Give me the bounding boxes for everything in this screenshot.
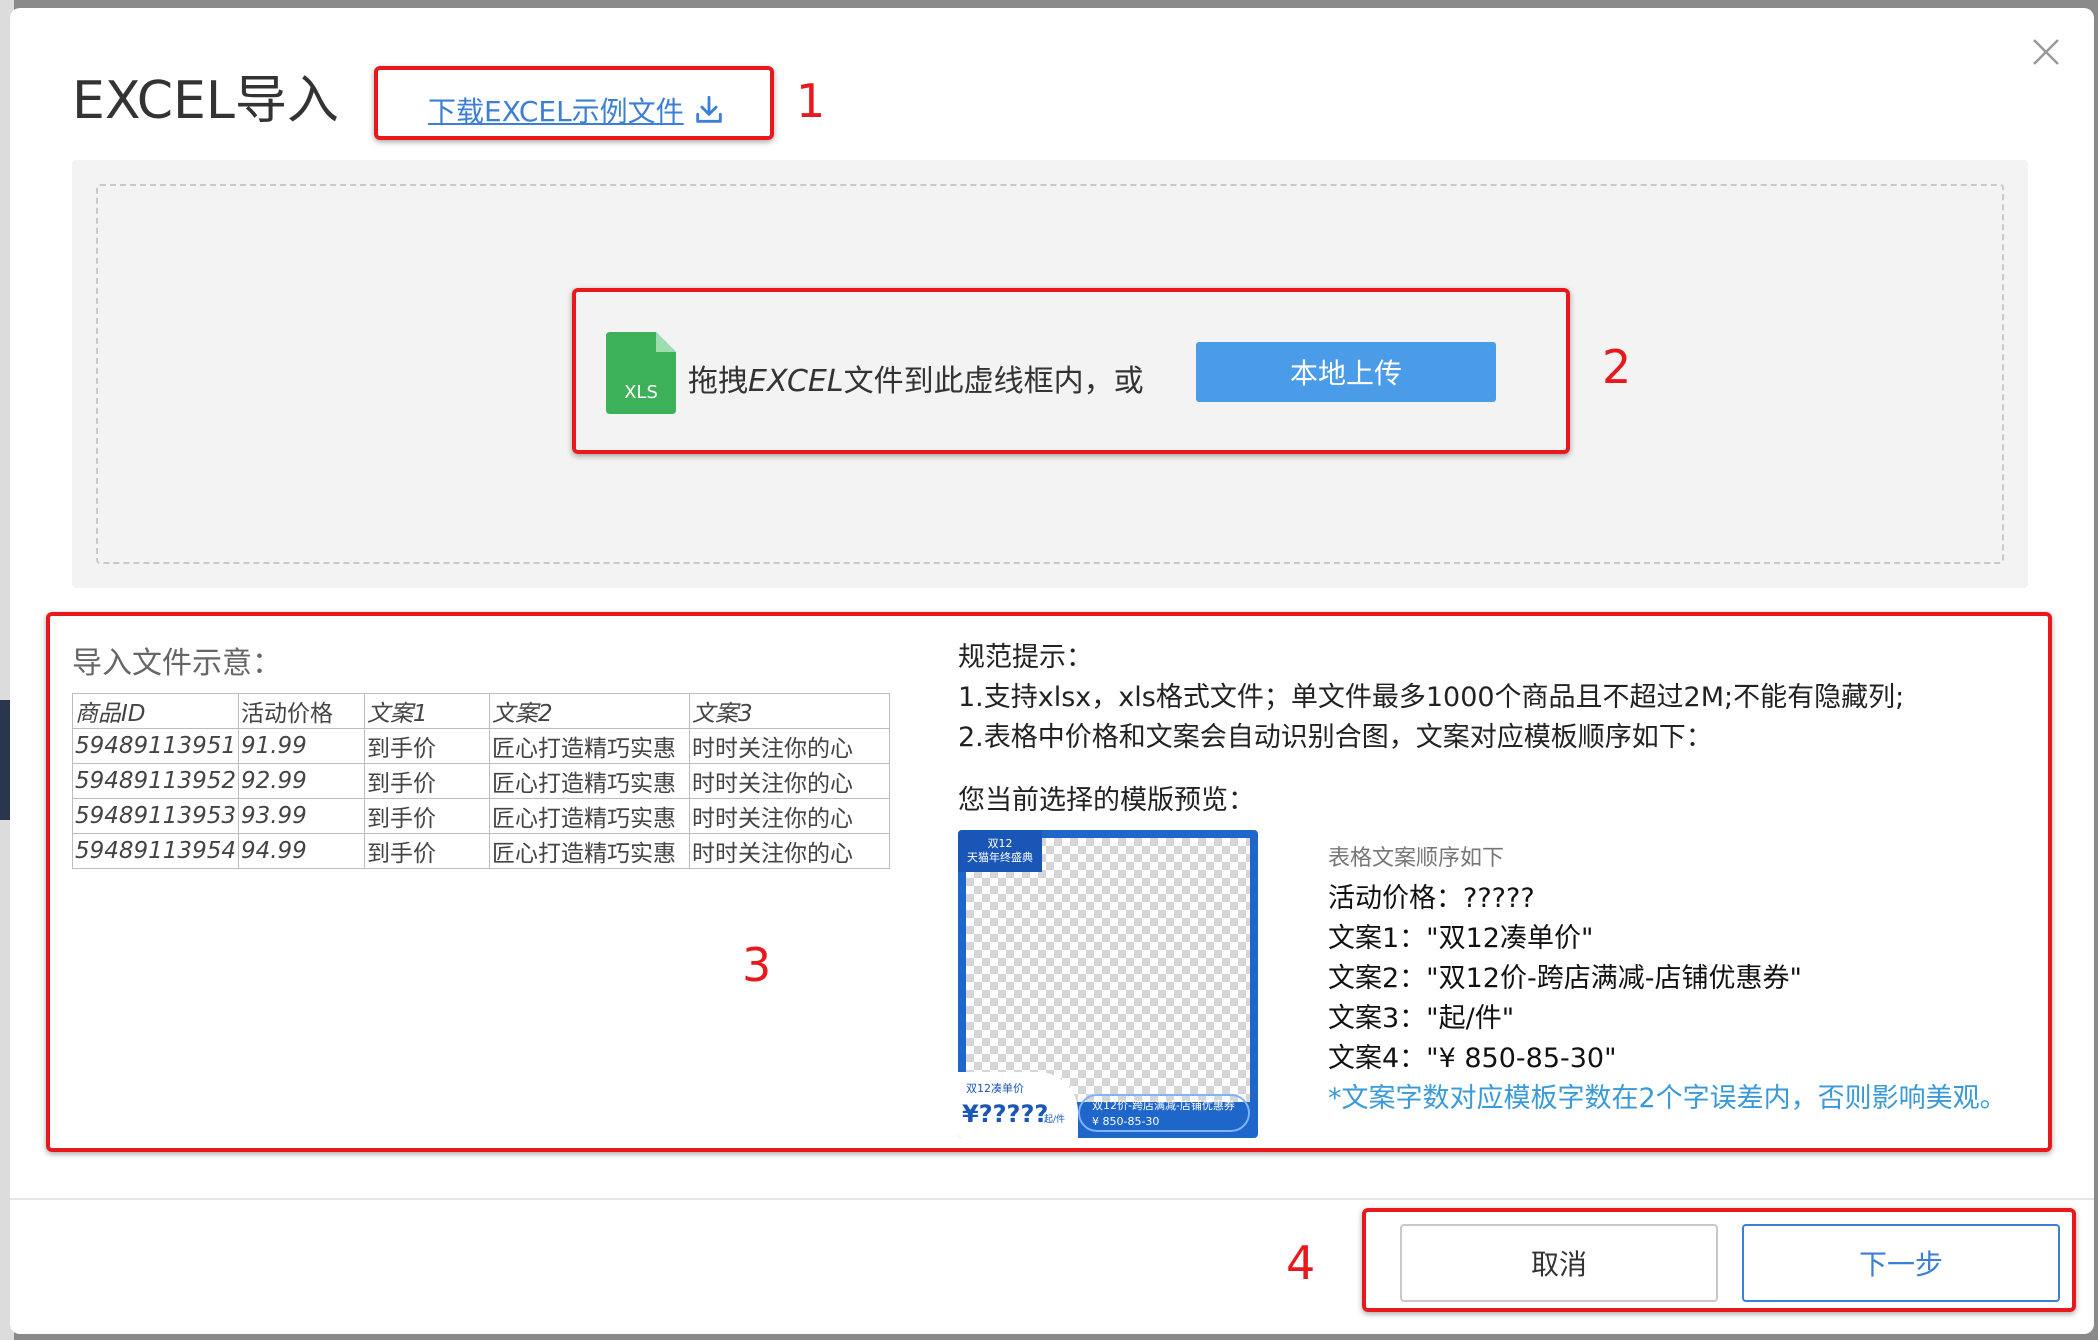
annotation-number-4: 4 — [1286, 1236, 1316, 1290]
close-icon[interactable] — [2026, 32, 2066, 72]
dialog-title: EXCEL导入 — [72, 71, 339, 131]
annotation-number-2: 2 — [1602, 340, 1632, 394]
footer-divider — [10, 1198, 2094, 1200]
annotation-box-3 — [46, 612, 2052, 1152]
annotation-box-4 — [1362, 1208, 2076, 1312]
annotation-box-2 — [572, 288, 1570, 454]
annotation-number-1: 1 — [796, 74, 826, 128]
annotation-number-3: 3 — [742, 938, 772, 992]
annotation-box-1 — [374, 66, 774, 140]
